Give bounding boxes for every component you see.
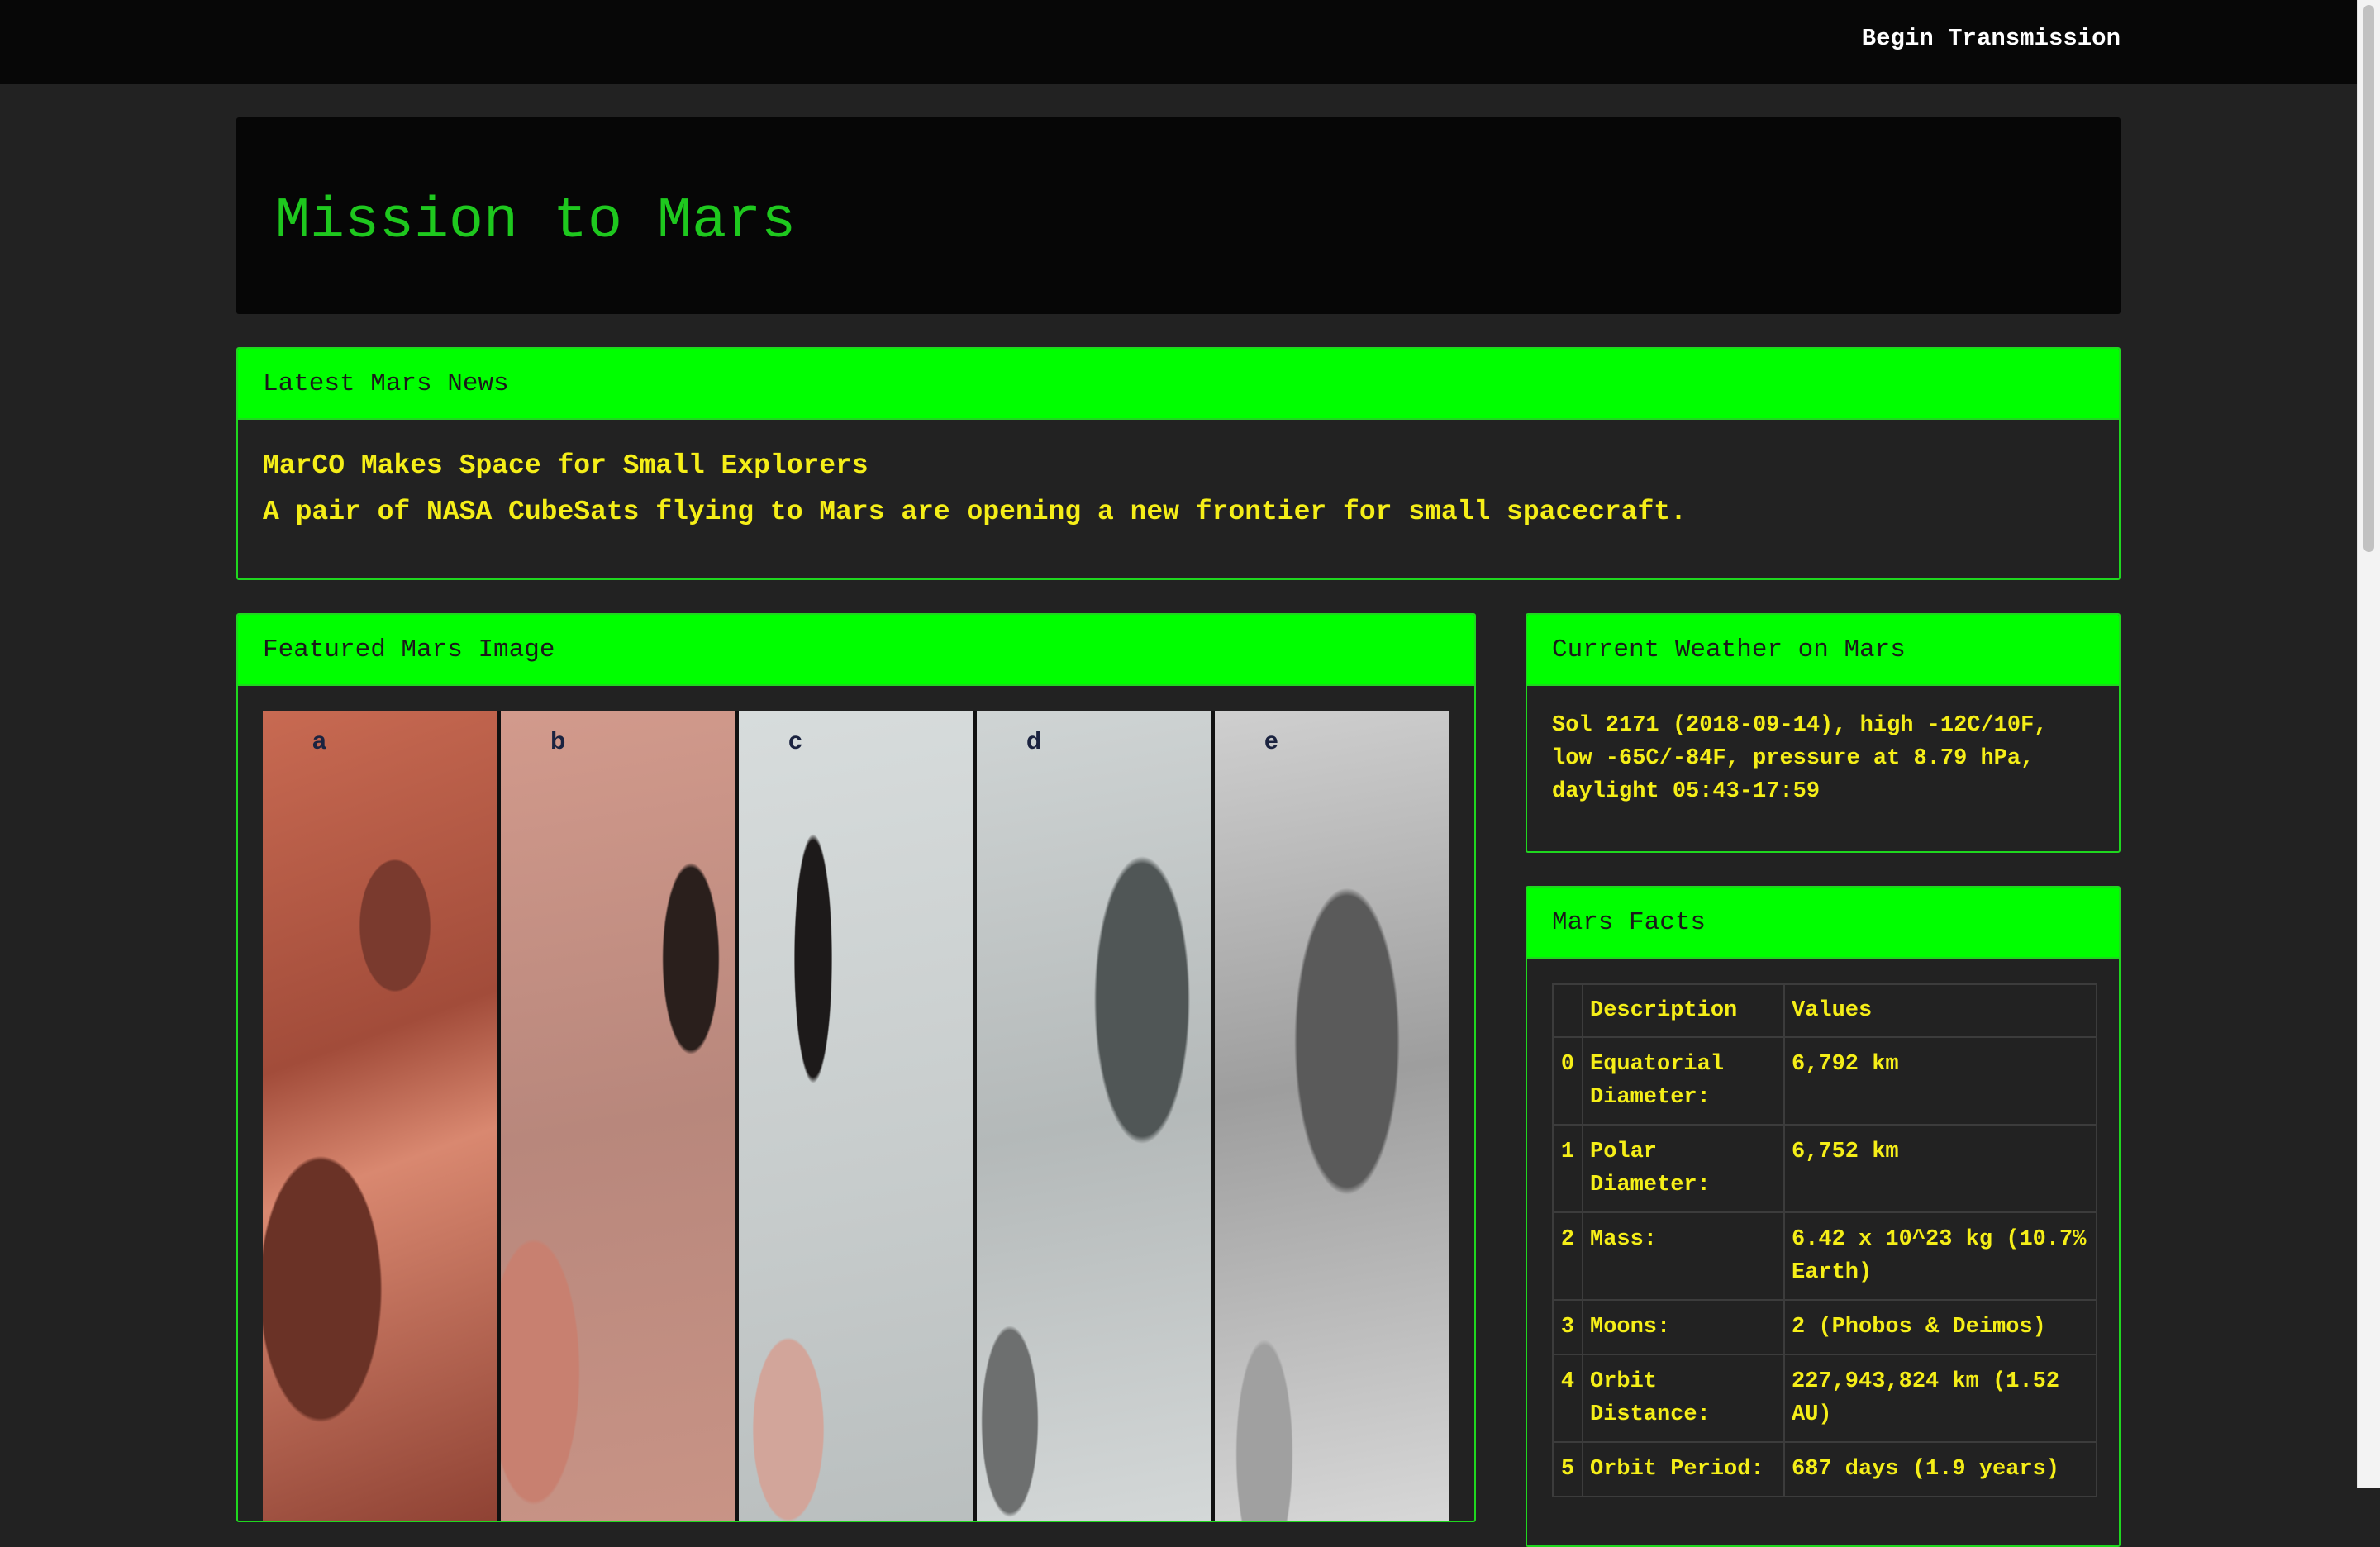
- weather-panel-heading: Current Weather on Mars: [1527, 615, 2119, 686]
- news-panel-heading: Latest Mars News: [238, 349, 2119, 420]
- row-index: 4: [1552, 1354, 1583, 1443]
- scrollbar[interactable]: [2357, 0, 2380, 1488]
- hero-banner: Mission to Mars: [236, 117, 2121, 314]
- row-description: Mass:: [1582, 1211, 1785, 1301]
- weather-text: Sol 2171 (2018-09-14), high -12C/10F, lo…: [1552, 713, 2048, 804]
- table-header-row: Description Values: [1552, 983, 2097, 1038]
- row-description: Moons:: [1582, 1299, 1785, 1355]
- row-index: 0: [1552, 1036, 1583, 1126]
- row-description: Orbit Distance:: [1582, 1354, 1785, 1443]
- row-index: 1: [1552, 1124, 1583, 1213]
- column-header-values: Values: [1783, 983, 2097, 1038]
- page-title: Mission to Mars: [275, 189, 797, 255]
- featured-image-heading: Featured Mars Image: [238, 615, 1474, 686]
- image-panel-d: d: [977, 711, 1215, 1521]
- facts-table: Description Values 0 Equatorial Diameter…: [1552, 983, 2097, 1497]
- row-index: 2: [1552, 1211, 1583, 1301]
- weather-panel: Current Weather on Mars Sol 2171 (2018-0…: [1526, 613, 2121, 853]
- begin-transmission-button[interactable]: Begin Transmission: [1862, 25, 2121, 52]
- row-value: 2 (Phobos & Deimos): [1783, 1299, 2097, 1355]
- image-panel-b: b: [501, 711, 739, 1521]
- image-panel-e: e: [1215, 711, 1449, 1521]
- column-header-index: [1552, 983, 1583, 1038]
- table-row: 5 Orbit Period: 687 days (1.9 years): [1552, 1441, 2097, 1497]
- news-teaser: A pair of NASA CubeSats flying to Mars a…: [263, 497, 1687, 527]
- facts-panel-heading: Mars Facts: [1527, 888, 2119, 959]
- news-body: MarCO Makes Space for Small Explorers A …: [238, 420, 2119, 536]
- column-header-description: Description: [1582, 983, 1785, 1038]
- table-row: 3 Moons: 2 (Phobos & Deimos): [1552, 1299, 2097, 1355]
- table-row: 0 Equatorial Diameter: 6,792 km: [1552, 1036, 2097, 1126]
- image-panel-label: b: [550, 727, 566, 754]
- row-description: Polar Diameter:: [1582, 1124, 1785, 1213]
- row-index: 3: [1552, 1299, 1583, 1355]
- table-row: 2 Mass: 6.42 x 10^23 kg (10.7% Earth): [1552, 1211, 2097, 1301]
- scrollbar-thumb[interactable]: [2363, 5, 2374, 552]
- featured-mars-image: a b c d e: [263, 711, 1449, 1521]
- row-value: 6,752 km: [1783, 1124, 2097, 1213]
- row-value: 687 days (1.9 years): [1783, 1441, 2097, 1497]
- image-panel-label: c: [788, 727, 802, 754]
- image-panel-c: c: [739, 711, 977, 1521]
- row-value: 227,943,824 km (1.52 AU): [1783, 1354, 2097, 1443]
- table-row: 4 Orbit Distance: 227,943,824 km (1.52 A…: [1552, 1354, 2097, 1443]
- news-title: MarCO Makes Space for Small Explorers: [263, 450, 869, 481]
- featured-image-panel: Featured Mars Image a b c d e: [236, 613, 1476, 1522]
- image-panel-label: a: [312, 727, 326, 754]
- row-description: Equatorial Diameter:: [1582, 1036, 1785, 1126]
- image-panel-label: d: [1026, 727, 1042, 754]
- row-description: Orbit Period:: [1582, 1441, 1785, 1497]
- image-panel-label: e: [1264, 727, 1278, 754]
- row-index: 5: [1552, 1441, 1583, 1497]
- facts-panel: Mars Facts Description Values 0 Equatori…: [1526, 886, 2121, 1547]
- image-panel-a: a: [263, 711, 501, 1521]
- news-panel: Latest Mars News MarCO Makes Space for S…: [236, 347, 2121, 580]
- table-row: 1 Polar Diameter: 6,752 km: [1552, 1124, 2097, 1213]
- top-navbar: Begin Transmission: [0, 0, 2357, 84]
- row-value: 6.42 x 10^23 kg (10.7% Earth): [1783, 1211, 2097, 1301]
- row-value: 6,792 km: [1783, 1036, 2097, 1126]
